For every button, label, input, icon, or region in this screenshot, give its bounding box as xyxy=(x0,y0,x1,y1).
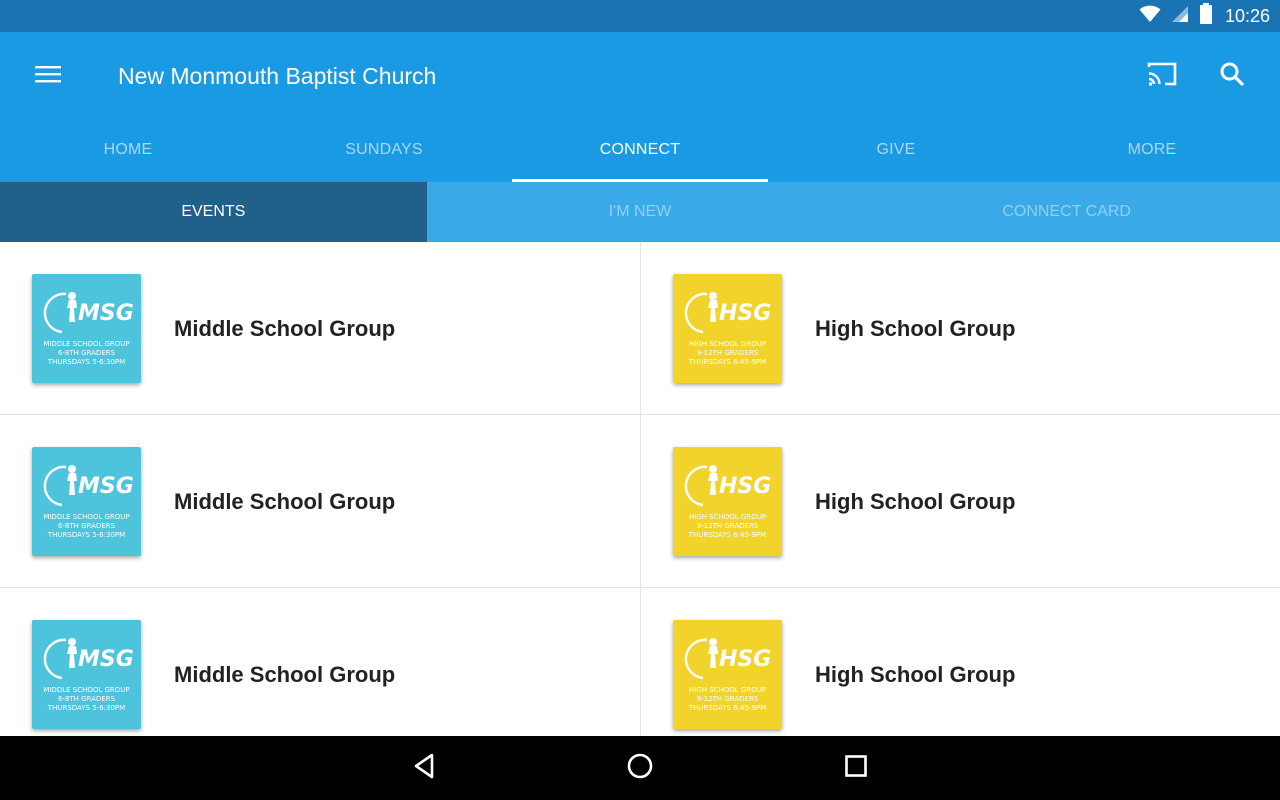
event-item[interactable]: HSG HIGH SCHOOL GROUP 9-12TH GRADERS THU… xyxy=(640,415,1280,588)
wifi-icon xyxy=(1139,5,1161,27)
event-title: Middle School Group xyxy=(174,489,396,514)
msg-logo-icon: MSG MIDDLE SCHOOL GROUP 6-8TH GRADERS TH… xyxy=(43,638,134,712)
search-icon xyxy=(1219,61,1245,91)
svg-text:MSG: MSG xyxy=(78,474,134,499)
app-bar: New Monmouth Baptist Church HOME SUNDAYS… xyxy=(0,32,1280,182)
back-icon xyxy=(412,753,436,783)
svg-text:THURSDAYS 5-6:30PM: THURSDAYS 5-6:30PM xyxy=(47,531,125,539)
battery-icon xyxy=(1199,3,1213,29)
status-bar: 10:26 xyxy=(0,0,1280,32)
event-title: Middle School Group xyxy=(174,662,396,687)
event-thumbnail: HSG HIGH SCHOOL GROUP 9-12TH GRADERS THU… xyxy=(673,447,782,556)
svg-text:THURSDAYS 5-6:30PM: THURSDAYS 5-6:30PM xyxy=(47,704,125,712)
event-title: Middle School Group xyxy=(174,316,396,341)
msg-logo-icon: MSG MIDDLE SCHOOL GROUP 6-8TH GRADERS TH… xyxy=(43,465,134,539)
sub-tabs: EVENTS I'M NEW CONNECT CARD xyxy=(0,182,1280,242)
svg-text:HIGH SCHOOL GROUP: HIGH SCHOOL GROUP xyxy=(689,340,766,348)
svg-text:THURSDAYS 6:45-9PM: THURSDAYS 6:45-9PM xyxy=(688,531,766,539)
event-thumbnail: HSG HIGH SCHOOL GROUP 9-12TH GRADERS THU… xyxy=(673,274,782,383)
svg-text:THURSDAYS 6:45-9PM: THURSDAYS 6:45-9PM xyxy=(688,704,766,712)
status-time: 10:26 xyxy=(1224,5,1270,26)
event-thumbnail: MSG MIDDLE SCHOOL GROUP 6-8TH GRADERS TH… xyxy=(32,447,141,556)
svg-text:6-8TH GRADERS: 6-8TH GRADERS xyxy=(58,695,116,703)
app-title: New Monmouth Baptist Church xyxy=(118,63,437,89)
event-title: High School Group xyxy=(815,662,1016,687)
home-icon xyxy=(626,752,654,784)
status-icons: 10:26 xyxy=(1139,0,1270,32)
svg-text:6-8TH GRADERS: 6-8TH GRADERS xyxy=(58,349,116,357)
hsg-logo-icon: HSG HIGH SCHOOL GROUP 9-12TH GRADERS THU… xyxy=(684,465,771,539)
system-nav-bar xyxy=(0,736,1280,800)
svg-text:MSG: MSG xyxy=(78,301,134,326)
svg-text:HIGH SCHOOL GROUP: HIGH SCHOOL GROUP xyxy=(689,513,766,521)
back-button[interactable] xyxy=(404,750,444,786)
cast-icon xyxy=(1146,61,1178,91)
msg-logo-icon: MSG MIDDLE SCHOOL GROUP 6-8TH GRADERS TH… xyxy=(43,292,134,366)
home-button[interactable] xyxy=(620,750,660,786)
recents-icon xyxy=(844,754,868,782)
tab-give[interactable]: GIVE xyxy=(768,122,1024,182)
svg-text:THURSDAYS 6:45-9PM: THURSDAYS 6:45-9PM xyxy=(688,358,766,366)
tab-sundays[interactable]: SUNDAYS xyxy=(256,122,512,182)
subtab-im-new[interactable]: I'M NEW xyxy=(427,182,854,242)
svg-text:HSG: HSG xyxy=(719,474,771,499)
cast-button[interactable] xyxy=(1142,58,1182,94)
event-item[interactable]: MSG MIDDLE SCHOOL GROUP 6-8TH GRADERS TH… xyxy=(0,415,640,588)
svg-text:MIDDLE SCHOOL GROUP: MIDDLE SCHOOL GROUP xyxy=(43,340,129,348)
event-item[interactable]: HSG HIGH SCHOOL GROUP 9-12TH GRADERS THU… xyxy=(640,242,1280,415)
search-button[interactable] xyxy=(1212,58,1252,94)
svg-text:6-8TH GRADERS: 6-8TH GRADERS xyxy=(58,522,116,530)
event-thumbnail: MSG MIDDLE SCHOOL GROUP 6-8TH GRADERS TH… xyxy=(32,620,141,729)
tab-home[interactable]: HOME xyxy=(0,122,256,182)
svg-text:9-12TH GRADERS: 9-12TH GRADERS xyxy=(697,349,759,357)
main-tabs: HOME SUNDAYS CONNECT GIVE MORE xyxy=(0,122,1280,182)
event-item[interactable]: MSG MIDDLE SCHOOL GROUP 6-8TH GRADERS TH… xyxy=(0,242,640,415)
svg-text:THURSDAYS 5-6:30PM: THURSDAYS 5-6:30PM xyxy=(47,358,125,366)
tab-more[interactable]: MORE xyxy=(1024,122,1280,182)
tab-connect[interactable]: CONNECT xyxy=(512,122,768,182)
svg-text:9-12TH GRADERS: 9-12TH GRADERS xyxy=(697,522,759,530)
svg-text:MSG: MSG xyxy=(78,647,134,672)
event-title: High School Group xyxy=(815,489,1016,514)
subtab-events[interactable]: EVENTS xyxy=(0,182,427,242)
svg-text:9-12TH GRADERS: 9-12TH GRADERS xyxy=(697,695,759,703)
events-grid: MSG MIDDLE SCHOOL GROUP 6-8TH GRADERS TH… xyxy=(0,242,1280,761)
hsg-logo-icon: HSG HIGH SCHOOL GROUP 9-12TH GRADERS THU… xyxy=(684,292,771,366)
event-title: High School Group xyxy=(815,316,1016,341)
hsg-logo-icon: HSG HIGH SCHOOL GROUP 9-12TH GRADERS THU… xyxy=(684,638,771,712)
recents-button[interactable] xyxy=(836,750,876,786)
svg-text:MIDDLE SCHOOL GROUP: MIDDLE SCHOOL GROUP xyxy=(43,686,129,694)
signal-icon xyxy=(1171,5,1189,27)
menu-button[interactable] xyxy=(28,60,68,92)
event-thumbnail: HSG HIGH SCHOOL GROUP 9-12TH GRADERS THU… xyxy=(673,620,782,729)
menu-icon xyxy=(35,64,61,88)
event-thumbnail: MSG MIDDLE SCHOOL GROUP 6-8TH GRADERS TH… xyxy=(32,274,141,383)
svg-text:HSG: HSG xyxy=(719,647,771,672)
subtab-connect-card[interactable]: CONNECT CARD xyxy=(853,182,1280,242)
svg-text:HSG: HSG xyxy=(719,301,771,326)
svg-text:MIDDLE SCHOOL GROUP: MIDDLE SCHOOL GROUP xyxy=(43,513,129,521)
svg-text:HIGH SCHOOL GROUP: HIGH SCHOOL GROUP xyxy=(689,686,766,694)
